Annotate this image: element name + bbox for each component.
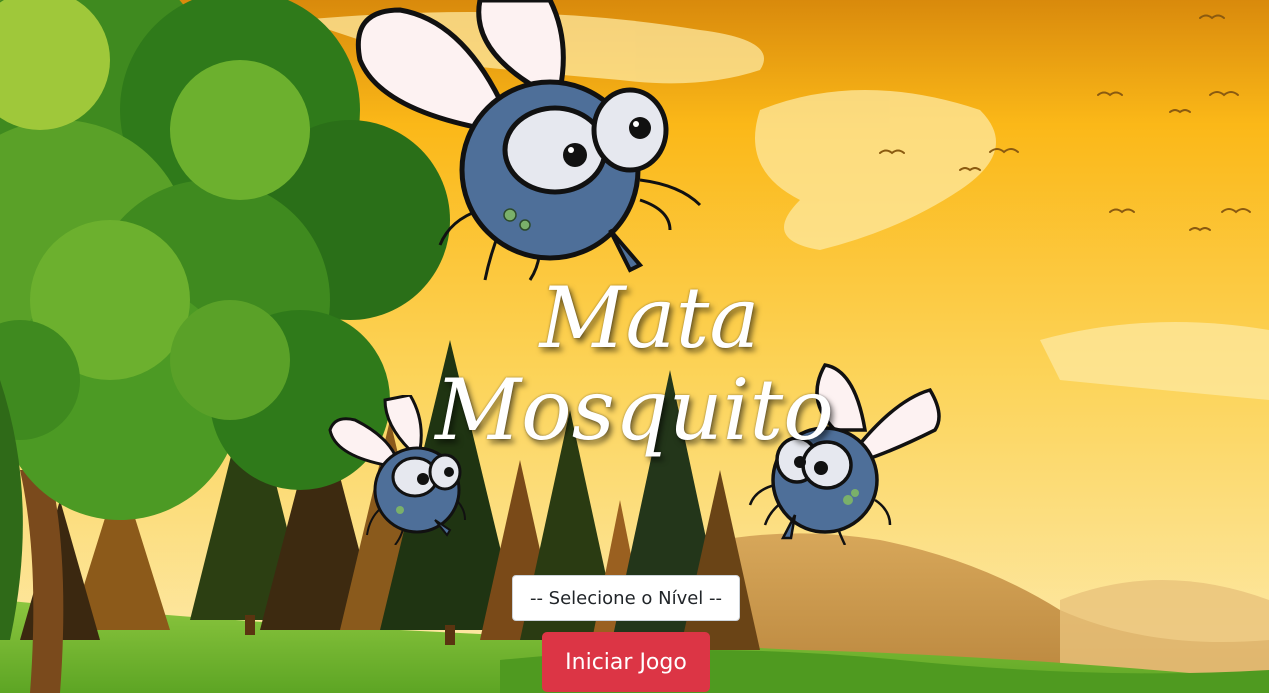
game-title-line2: Mosquito — [435, 361, 834, 459]
game-start-screen: Mata Mosquito -- Selecione o Nível -- In… — [0, 0, 1269, 693]
game-title-line1: Mata — [539, 269, 760, 367]
level-select[interactable]: -- Selecione o Nível -- — [512, 575, 740, 621]
mosquito-icon[interactable] — [340, 0, 720, 285]
start-game-button[interactable]: Iniciar Jogo — [542, 632, 710, 692]
